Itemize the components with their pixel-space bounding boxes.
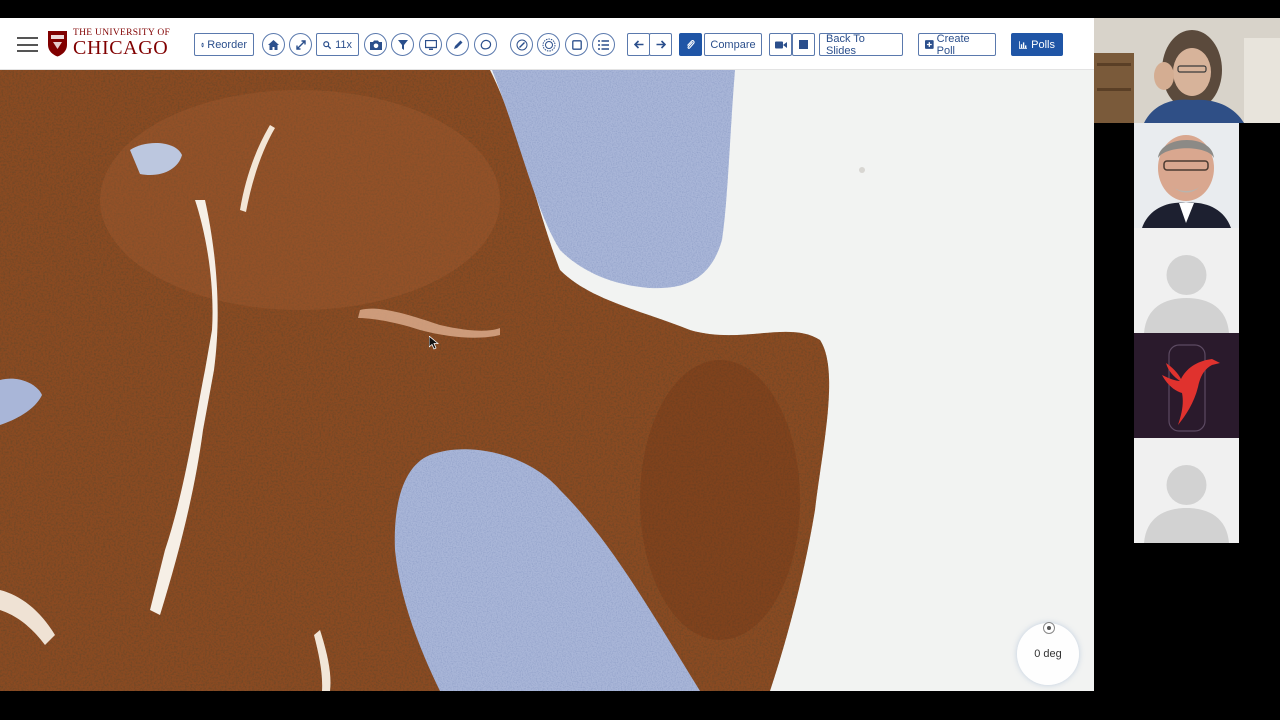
filter-icon [397,39,408,50]
participant-tile-4[interactable] [1134,333,1239,438]
present-button[interactable] [419,33,442,56]
rotation-label: 0 deg [1034,648,1062,660]
rotation-handle-icon[interactable] [1043,622,1055,634]
ruler-pen-icon [516,39,527,50]
door [1244,38,1280,123]
prev-slide-button[interactable] [627,33,650,56]
menu-icon[interactable] [17,37,38,52]
crest-icon [48,31,67,57]
debris-speck [859,167,865,173]
lasso-button[interactable] [474,33,497,56]
university-logo: THE UNIVERSITY OF CHICAGO [47,28,187,59]
slide-viewer-app: THE UNIVERSITY OF CHICAGO Reorder 11x Co… [0,18,1094,691]
compare-button[interactable]: Compare [704,33,762,56]
participant-photo [1134,123,1239,228]
stop-button[interactable] [792,33,815,56]
mouse-cursor-icon [429,336,439,350]
camera-icon [369,40,382,50]
participant-tile-5[interactable] [1134,438,1239,543]
filter-button[interactable] [391,33,414,56]
sort-icon [201,42,205,47]
participant-video-2[interactable] [1134,123,1239,228]
speaker-video-frame [1094,18,1280,123]
plus-square-icon [925,40,934,49]
create-poll-label: Create Poll [936,32,970,57]
list-icon [598,39,609,50]
record-video-button[interactable] [769,33,792,56]
paperclip-icon [687,40,695,49]
annotate-button[interactable] [679,33,702,56]
lasso-icon [480,39,491,49]
zoom-label: 11x [335,38,352,51]
pencil-button[interactable] [446,33,469,56]
zoom-button[interactable]: 11x [316,33,359,56]
back-to-slides-label: Back To Slides [826,32,865,57]
arrow-right-icon [656,40,666,49]
next-slide-button[interactable] [649,33,672,56]
bird-logo-icon [1134,333,1239,438]
list-button[interactable] [592,33,615,56]
home-icon [268,39,279,50]
default-avatar-icon [1134,228,1239,333]
logo-line-2: CHICAGO [73,37,169,59]
measure-button[interactable] [510,33,533,56]
circle-tool-button[interactable] [537,33,560,56]
slide-canvas[interactable] [0,70,1094,691]
create-poll-button[interactable]: Create Poll [918,32,996,57]
square-icon [571,39,582,50]
target-circle-icon [542,38,555,51]
tissue-shadow [640,360,800,640]
raised-hand [1154,62,1174,90]
back-to-slides-button[interactable]: Back To Slides [819,32,903,57]
toolbar: THE UNIVERSITY OF CHICAGO Reorder 11x Co… [0,18,1094,70]
default-avatar-icon [1134,438,1239,543]
tissue-highlight [100,90,500,310]
reorder-label: Reorder [207,38,247,51]
monitor-icon [424,39,437,50]
screenshot-button[interactable] [364,33,387,56]
participant-tile-3[interactable] [1134,228,1239,333]
home-button[interactable] [262,33,285,56]
arrow-left-icon [633,40,643,49]
reorder-button[interactable]: Reorder [194,33,254,56]
compare-label: Compare [710,38,756,51]
video-camera-icon [774,41,787,48]
expand-arrows-icon [295,39,306,50]
polls-button[interactable]: Polls [1011,33,1063,56]
rectangle-tool-button[interactable] [565,33,588,56]
expand-button[interactable] [289,33,312,56]
polls-label: Polls [1031,38,1055,51]
pencil-icon [453,40,462,49]
stop-icon [799,40,808,49]
zoom-icon [323,40,332,49]
participant-video-1[interactable] [1094,18,1280,123]
bar-chart-icon [1019,40,1028,49]
